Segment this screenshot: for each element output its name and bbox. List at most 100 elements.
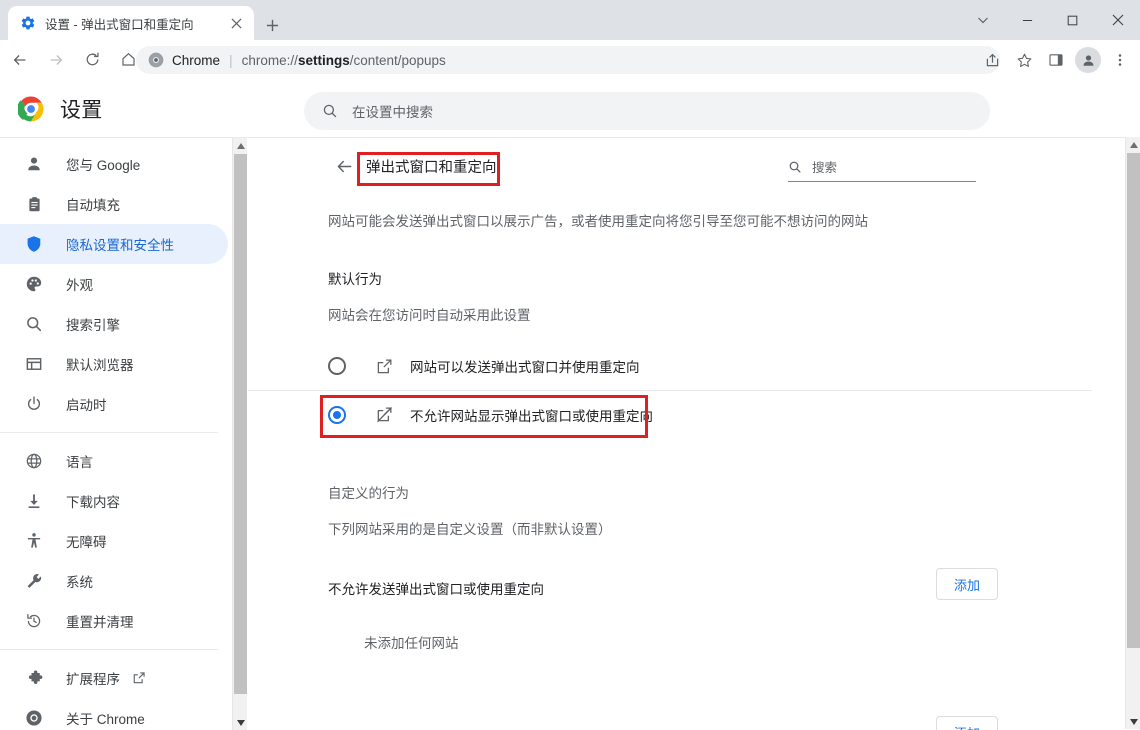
sidebar-item-accessibility[interactable]: 无障碍	[0, 521, 228, 561]
scroll-down-arrow-icon[interactable]	[233, 715, 248, 730]
sidebar-item-label: 扩展程序	[66, 672, 120, 687]
person-icon	[24, 154, 44, 174]
sidebar-item-reset-and-cleanup[interactable]: 重置并清理	[0, 601, 228, 641]
sidebar-item-label: 自动填充	[66, 198, 120, 213]
forward-arrow-icon[interactable]	[40, 44, 72, 76]
empty-sites-message-block: 未添加任何网站	[364, 636, 459, 651]
browser-title-bar: 设置 - 弹出式窗口和重定向	[0, 0, 1140, 40]
omnibox-url-prefix: chrome://	[241, 52, 298, 68]
permission-group-title: 允许发送弹出式窗口并使用重定向	[328, 726, 998, 730]
sidebar-item-you-and-google[interactable]: 您与 Google	[0, 144, 228, 184]
settings-content: 弹出式窗口和重定向 搜索 网站可能会发送弹出式窗口以展示广告，或者使用重定向将您…	[248, 138, 1092, 730]
browser-tab-title: 设置 - 弹出式窗口和重定向	[45, 17, 194, 32]
subpage-header: 弹出式窗口和重定向 搜索	[248, 138, 1092, 196]
sidebar-item-label: 下载内容	[66, 495, 120, 510]
side-panel-icon[interactable]	[1040, 44, 1072, 76]
sidebar-item-default-browser[interactable]: 默认浏览器	[0, 344, 228, 384]
scroll-up-arrow-icon[interactable]	[233, 138, 248, 153]
subpage-description: 网站可能会发送弹出式窗口以展示广告，或者使用重定向将您引导至您可能不想访问的网站	[328, 214, 868, 229]
settings-search-input[interactable]: 在设置中搜索	[304, 92, 990, 130]
sidebar-item-languages[interactable]: 语言	[0, 441, 228, 481]
default-behavior-radio-group: 网站可以发送弹出式窗口并使用重定向 不允许网站显示弹出式窗口或使用重定向	[248, 342, 1092, 438]
custom-behavior-heading: 自定义的行为	[328, 486, 409, 501]
settings-gear-icon	[20, 15, 36, 31]
subpage-search-placeholder: 搜索	[812, 161, 838, 175]
content-right-divider	[1092, 138, 1093, 730]
sidebar-item-label: 系统	[66, 575, 93, 590]
open-in-new-icon	[132, 671, 146, 685]
radio-option-label: 不允许网站显示弹出式窗口或使用重定向	[410, 408, 653, 424]
sidebar-item-label: 重置并清理	[66, 615, 134, 630]
scroll-down-arrow-icon[interactable]	[1126, 714, 1140, 729]
page-scrollbar[interactable]	[1125, 137, 1140, 729]
sidebar-item-search-engine[interactable]: 搜索引擎	[0, 304, 228, 344]
page-title: 设置	[60, 99, 103, 122]
three-dot-menu-icon[interactable]	[1104, 44, 1136, 76]
radio-option-allow-popups[interactable]: 网站可以发送弹出式窗口并使用重定向	[248, 342, 1092, 390]
omnibox-url-host: settings	[297, 52, 350, 68]
sidebar-item-extensions[interactable]: 扩展程序	[0, 658, 228, 698]
chrome-logo-icon	[16, 96, 44, 122]
add-button-allow[interactable]: 添加	[936, 716, 998, 730]
browser-tab[interactable]: 设置 - 弹出式窗口和重定向	[8, 6, 254, 40]
settings-header: 设置 在设置中搜索	[0, 81, 1140, 137]
sidebar-item-autofill[interactable]: 自动填充	[0, 184, 228, 224]
sidebar-divider-1	[0, 432, 218, 433]
search-icon	[322, 103, 338, 119]
close-icon[interactable]	[226, 13, 246, 33]
toolbar-actions	[976, 44, 1136, 76]
chrome-icon	[148, 52, 164, 68]
permission-group-block: 不允许发送弹出式窗口或使用重定向 添加	[248, 566, 1092, 610]
sidebar-scrollbar[interactable]	[232, 138, 247, 730]
omnibox-separator: |	[229, 52, 233, 68]
subpage-search-input[interactable]: 搜索	[788, 152, 976, 182]
radio-button-selected[interactable]	[328, 405, 346, 424]
search-icon	[788, 160, 802, 174]
page-scrollbar-thumb[interactable]	[1127, 153, 1140, 648]
accessibility-icon	[24, 531, 44, 551]
browser-toolbar: Chrome | chrome://settings/content/popup…	[0, 40, 1140, 80]
sidebar-item-label: 无障碍	[66, 535, 107, 550]
sidebar-item-privacy-and-security[interactable]: 隐私设置和安全性	[0, 224, 228, 264]
radio-option-block-popups[interactable]: 不允许网站显示弹出式窗口或使用重定向	[248, 390, 1092, 438]
clipboard-icon	[24, 194, 44, 214]
sidebar-item-system[interactable]: 系统	[0, 561, 228, 601]
sidebar-item-label: 默认浏览器	[66, 358, 134, 373]
profile-avatar-icon[interactable]	[1072, 44, 1104, 76]
sidebar-item-on-startup[interactable]: 启动时	[0, 384, 228, 424]
scroll-up-arrow-icon[interactable]	[1126, 137, 1140, 152]
add-button-block[interactable]: 添加	[936, 568, 998, 600]
new-tab-button[interactable]	[260, 13, 284, 37]
puzzle-icon	[24, 668, 44, 688]
back-arrow-icon[interactable]	[330, 152, 358, 180]
permission-group-allow: 允许发送弹出式窗口并使用重定向 添加	[248, 714, 1092, 730]
sidebar-item-label: 外观	[66, 278, 93, 293]
sidebar-item-appearance[interactable]: 外观	[0, 264, 228, 304]
avatar	[1075, 47, 1101, 73]
palette-icon	[24, 274, 44, 294]
settings-body: 您与 Google 自动填充 隐私设置和安全性 外观 搜索引擎 默认浏览器 启动…	[0, 137, 1140, 730]
address-bar[interactable]: Chrome | chrome://settings/content/popup…	[136, 46, 1000, 74]
star-icon[interactable]	[1008, 44, 1040, 76]
sidebar-scrollbar-thumb[interactable]	[234, 154, 247, 694]
minimize-button[interactable]	[1005, 2, 1050, 38]
radio-button-unselected[interactable]	[328, 357, 346, 375]
open-in-new-blocked-icon	[374, 405, 394, 425]
default-behavior-heading: 默认行为	[328, 272, 382, 287]
shield-icon	[24, 234, 44, 254]
chevron-down-icon[interactable]	[960, 2, 1005, 38]
settings-sidebar: 您与 Google 自动填充 隐私设置和安全性 外观 搜索引擎 默认浏览器 启动…	[0, 138, 228, 730]
wrench-icon	[24, 571, 44, 591]
reload-icon[interactable]	[76, 44, 108, 76]
maximize-button[interactable]	[1050, 2, 1095, 38]
share-icon[interactable]	[976, 44, 1008, 76]
chrome-icon	[24, 708, 44, 728]
sidebar-item-label: 搜索引擎	[66, 318, 120, 333]
back-arrow-icon[interactable]	[4, 44, 36, 76]
omnibox-site-label: Chrome	[172, 52, 221, 68]
window-close-button[interactable]	[1095, 2, 1140, 38]
globe-icon	[24, 451, 44, 471]
sidebar-item-about-chrome[interactable]: 关于 Chrome	[0, 698, 228, 730]
sidebar-item-downloads[interactable]: 下载内容	[0, 481, 228, 521]
subpage-title: 弹出式窗口和重定向	[366, 160, 497, 176]
